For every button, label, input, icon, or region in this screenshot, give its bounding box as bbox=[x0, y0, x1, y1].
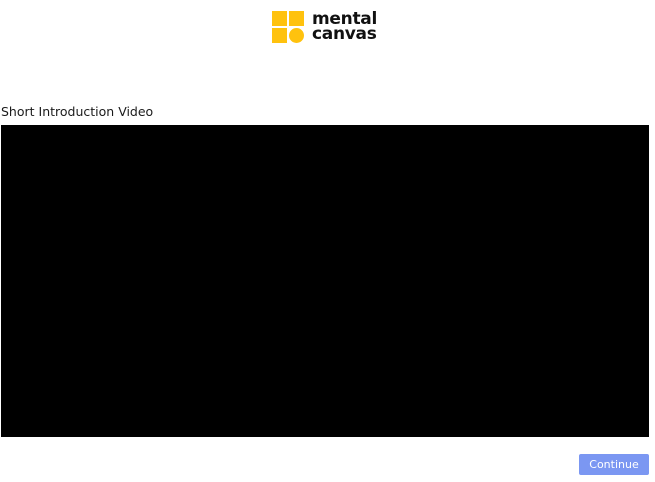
logo-wordmark: mental canvas bbox=[312, 11, 377, 44]
intro-page: mental canvas Short Introduction Video C… bbox=[0, 0, 655, 482]
logo-squares-icon bbox=[272, 11, 304, 43]
continue-button[interactable]: Continue bbox=[579, 454, 649, 475]
mental-canvas-logo: mental canvas bbox=[272, 10, 377, 44]
intro-video-player[interactable] bbox=[1, 125, 649, 437]
video-title: Short Introduction Video bbox=[1, 104, 154, 119]
logo-text-line2: canvas bbox=[312, 24, 377, 44]
